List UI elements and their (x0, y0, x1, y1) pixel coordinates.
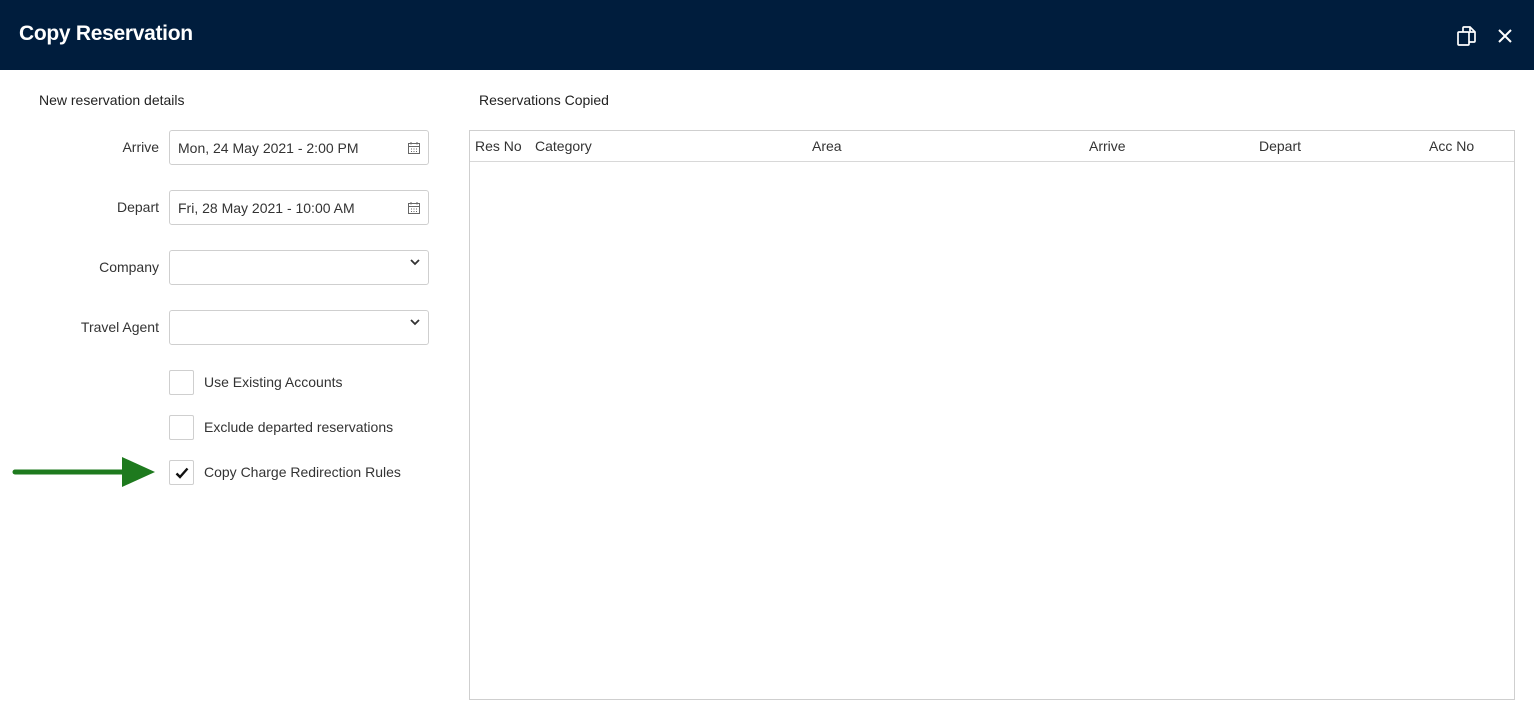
copy-charge-redirection-checkbox[interactable] (169, 460, 194, 485)
copy-charge-redirection-label: Copy Charge Redirection Rules (204, 464, 401, 480)
arrive-datetime-field[interactable]: Mon, 24 May 2021 - 2:00 PM (169, 130, 429, 165)
exclude-departed-label: Exclude departed reservations (204, 419, 394, 435)
column-header-depart[interactable]: Depart (1259, 138, 1301, 154)
arrive-label: Arrive (122, 139, 159, 155)
column-header-acc-no[interactable]: Acc No (1429, 138, 1474, 154)
chevron-down-icon[interactable] (409, 315, 421, 327)
travel-agent-select[interactable] (169, 310, 429, 345)
chevron-down-icon[interactable] (409, 255, 421, 267)
company-select[interactable] (169, 250, 429, 285)
calendar-icon[interactable] (407, 141, 421, 155)
use-existing-accounts-label: Use Existing Accounts (204, 374, 343, 390)
column-header-category[interactable]: Category (535, 138, 592, 154)
dialog-title: Copy Reservation (19, 22, 193, 45)
close-icon[interactable] (1493, 24, 1517, 48)
new-reservation-details-heading: New reservation details (39, 92, 185, 108)
green-arrow-annotation (12, 455, 157, 489)
column-header-arrive[interactable]: Arrive (1089, 138, 1126, 154)
depart-label: Depart (116, 199, 159, 215)
depart-value: Fri, 28 May 2021 - 10:00 AM (178, 200, 355, 216)
travel-agent-label: Travel Agent (80, 319, 159, 335)
reservations-copied-heading: Reservations Copied (479, 92, 609, 108)
depart-datetime-field[interactable]: Fri, 28 May 2021 - 10:00 AM (169, 190, 429, 225)
column-header-area[interactable]: Area (812, 138, 842, 154)
use-existing-accounts-checkbox[interactable] (169, 370, 194, 395)
exclude-departed-checkbox[interactable] (169, 415, 194, 440)
reservations-copied-table: Res No Category Area Arrive Depart Acc N… (469, 130, 1515, 700)
calendar-icon[interactable] (407, 201, 421, 215)
company-label: Company (99, 259, 159, 275)
column-header-res-no[interactable]: Res No (475, 138, 522, 154)
popout-icon[interactable] (1455, 24, 1479, 48)
table-header: Res No Category Area Arrive Depart Acc N… (470, 131, 1514, 162)
arrive-value: Mon, 24 May 2021 - 2:00 PM (178, 140, 359, 156)
dialog-header: Copy Reservation (0, 0, 1534, 70)
